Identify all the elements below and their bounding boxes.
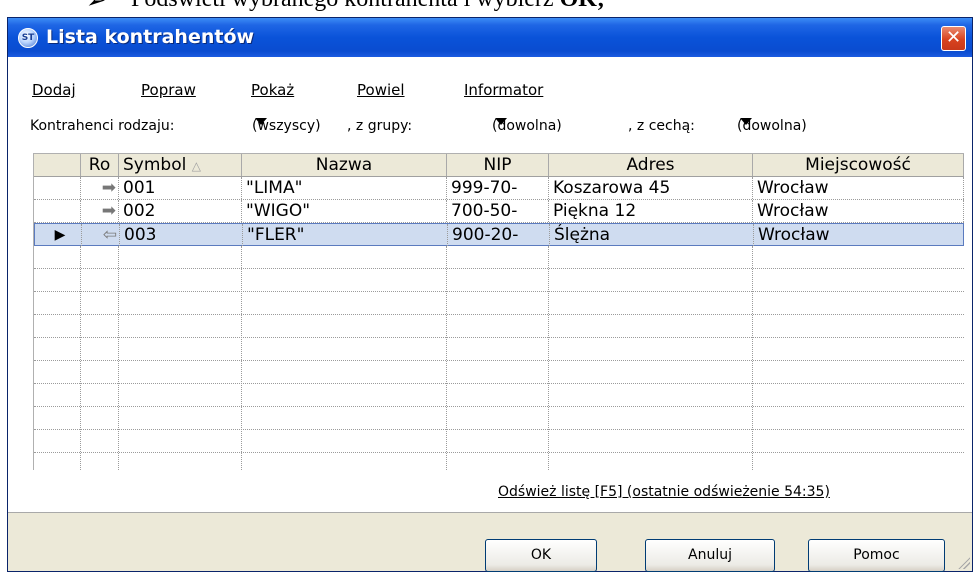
cell-miejscowosc: Wrocław — [753, 177, 964, 199]
dropdown-arrow-icon — [740, 118, 752, 125]
table-row[interactable]: ➡ 002 "WIGO" 700-50- Piękna 12 Wrocław — [34, 200, 964, 223]
current-row-indicator-icon: ▶ — [35, 224, 82, 246]
contractors-grid[interactable]: Ro Symbol △ Nazwa NIP Adres Miejscowość … — [33, 153, 964, 470]
grid-line — [548, 246, 549, 470]
grid-line — [80, 246, 81, 470]
button-bar: OK Anuluj Pomoc — [8, 513, 972, 572]
cell-nip: 900-20- — [448, 224, 550, 246]
sort-ascending-icon: △ — [191, 159, 201, 173]
app-logo-icon: ST — [18, 28, 38, 48]
cancel-button[interactable]: Anuluj — [645, 539, 775, 572]
cell-nazwa: "LIMA" — [242, 177, 447, 199]
empty-row — [34, 315, 964, 338]
grid-line — [118, 246, 119, 470]
cell-adres: Koszarowa 45 — [549, 177, 753, 199]
grid-line — [752, 246, 753, 470]
header-indicator — [34, 154, 81, 176]
menu-informator[interactable]: Informator — [464, 81, 543, 99]
empty-row — [34, 430, 964, 453]
action-menu: Dodaj Popraw Pokaż Powiel Informator — [8, 81, 972, 103]
direction-arrow-icon: ⇦ — [82, 224, 120, 246]
empty-row — [34, 361, 964, 384]
instruction-text-plain: Podświetl wybranego kontrahenta i wybier… — [131, 0, 560, 12]
cell-symbol: 003 — [120, 224, 243, 246]
header-symbol-label: Symbol — [123, 155, 187, 175]
row-indicator — [34, 177, 81, 199]
window-content: Dodaj Popraw Pokaż Powiel Informator Kon… — [8, 57, 972, 572]
cell-nazwa: "WIGO" — [242, 200, 447, 222]
cell-symbol: 001 — [119, 177, 242, 199]
empty-row — [34, 384, 964, 407]
dropdown-arrow-icon — [495, 118, 507, 125]
instruction-text: Podświetl wybranego kontrahenta i wybier… — [131, 0, 605, 13]
instruction-text-bold: OK; — [560, 0, 605, 12]
cell-nip: 999-70- — [447, 177, 549, 199]
dropdown-arrow-icon — [255, 118, 267, 125]
cell-adres: Piękna 12 — [549, 200, 753, 222]
menu-add[interactable]: Dodaj — [32, 81, 76, 99]
grid-line — [446, 246, 447, 470]
header-miejscowosc[interactable]: Miejscowość — [753, 154, 964, 176]
header-nazwa[interactable]: Nazwa — [242, 154, 447, 176]
cell-miejscowosc: Wrocław — [758, 225, 830, 245]
cell-miejscowosc: Wrocław — [753, 200, 964, 222]
cell-adres: Ślężna — [550, 224, 754, 246]
grid-line — [241, 246, 242, 470]
header-symbol[interactable]: Symbol △ — [119, 154, 242, 176]
menu-show[interactable]: Pokaż — [251, 81, 294, 99]
empty-row — [34, 338, 964, 361]
feature-filter-label: , z cechą: — [628, 118, 695, 134]
header-adres[interactable]: Adres — [549, 154, 753, 176]
window-title: Lista kontrahentów — [46, 26, 255, 48]
title-bar[interactable]: ST Lista kontrahentów ✕ — [8, 18, 972, 57]
refresh-list-link[interactable]: Odśwież listę [F5] (ostatnie odświeżenie… — [498, 484, 830, 500]
filter-bar: Kontrahenci rodzaju: (wszyscy) , z grupy… — [8, 118, 972, 138]
empty-row — [34, 407, 964, 430]
menu-duplicate[interactable]: Powiel — [357, 81, 405, 99]
cell-symbol: 002 — [119, 200, 242, 222]
empty-row — [34, 292, 964, 315]
document-instruction: ➢ Podświetl wybranego kontrahenta i wybi… — [0, 0, 973, 16]
bullet-arrow-icon: ➢ — [86, 0, 107, 14]
cell-nip: 700-50- — [447, 200, 549, 222]
help-button[interactable]: Pomoc — [808, 539, 945, 572]
table-row-selected[interactable]: ▶ ⇦ 003 "FLER" 900-20- Ślężna Wrocław — [34, 223, 964, 246]
row-indicator — [34, 200, 81, 222]
resize-grip-icon[interactable] — [958, 557, 970, 569]
empty-row — [34, 246, 964, 269]
header-ro[interactable]: Ro — [81, 154, 119, 176]
close-icon: ✕ — [945, 27, 962, 48]
cell-nazwa: "FLER" — [243, 224, 448, 246]
kind-filter-label: Kontrahenci rodzaju: — [30, 118, 175, 134]
grid-header: Ro Symbol △ Nazwa NIP Adres Miejscowość — [34, 154, 964, 177]
table-row[interactable]: ➡ 001 "LIMA" 999-70- Koszarowa 45 Wrocła… — [34, 177, 964, 200]
ok-button[interactable]: OK — [485, 539, 597, 572]
direction-arrow-icon: ➡ — [81, 177, 119, 199]
menu-edit[interactable]: Popraw — [141, 81, 196, 99]
empty-row — [34, 269, 964, 292]
group-filter-label: , z grupy: — [347, 118, 413, 134]
contractors-list-window: ST Lista kontrahentów ✕ Dodaj Popraw Pok… — [7, 17, 973, 572]
direction-arrow-icon: ➡ — [81, 200, 119, 222]
header-nip[interactable]: NIP — [447, 154, 549, 176]
close-button[interactable]: ✕ — [941, 26, 966, 51]
